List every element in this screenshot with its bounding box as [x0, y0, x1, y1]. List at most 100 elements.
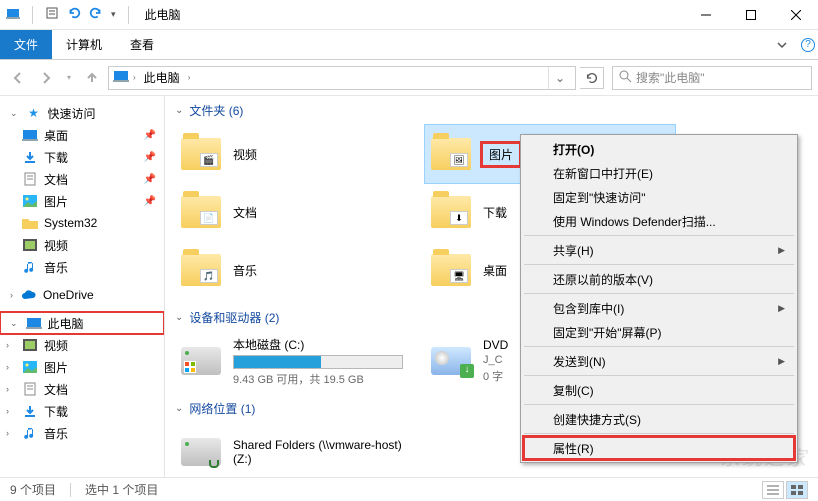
sidebar-item[interactable]: 下载📌: [0, 146, 164, 168]
close-button[interactable]: [773, 0, 818, 30]
refresh-button[interactable]: [580, 67, 604, 89]
section-header-folders[interactable]: ⌄ 文件夹 (6): [175, 102, 808, 119]
undo-icon[interactable]: [67, 6, 81, 23]
context-menu-item[interactable]: 固定到"快速访问": [523, 185, 795, 209]
context-menu-item[interactable]: 还原以前的版本(V): [523, 267, 795, 291]
sidebar-item[interactable]: › 音乐: [0, 422, 164, 444]
quick-access-toolbar: ▾: [0, 6, 139, 24]
separator: [70, 483, 71, 497]
sidebar-item[interactable]: › 文档: [0, 378, 164, 400]
sidebar-item[interactable]: 视频: [0, 234, 164, 256]
up-button[interactable]: [80, 66, 104, 90]
sidebar-this-pc[interactable]: ⌄ 此电脑: [0, 312, 164, 334]
address-dropdown-button[interactable]: ⌄: [548, 67, 571, 89]
context-menu-item[interactable]: 打开(O): [523, 137, 795, 161]
forward-button[interactable]: [34, 66, 58, 90]
maximize-button[interactable]: [728, 0, 773, 30]
sidebar-item[interactable]: › 视频: [0, 334, 164, 356]
context-menu-item[interactable]: 固定到"开始"屏幕(P): [523, 320, 795, 344]
sidebar-item[interactable]: › 下载: [0, 400, 164, 422]
collapse-icon[interactable]: ⌄: [10, 318, 18, 329]
properties-qat-icon[interactable]: [45, 6, 59, 23]
menu-item-label: 创建快捷方式(S): [553, 411, 641, 428]
expand-icon[interactable]: ›: [6, 406, 9, 416]
menu-item-label: 固定到"开始"屏幕(P): [553, 324, 662, 341]
drive-item[interactable]: ↓ DVD J_C 0 字: [425, 332, 515, 390]
breadcrumb-sep-icon[interactable]: ›: [133, 73, 136, 82]
search-icon: [619, 70, 632, 86]
context-menu-item[interactable]: 使用 Windows Defender扫描...: [523, 209, 795, 233]
pin-icon: 📌: [144, 130, 156, 141]
collapse-icon[interactable]: ⌄: [175, 403, 183, 414]
menu-item-label: 还原以前的版本(V): [553, 271, 653, 288]
search-placeholder: 搜索"此电脑": [636, 69, 705, 86]
folder-item[interactable]: 📄 文档: [175, 183, 425, 241]
sidebar-item-label: 文档: [44, 381, 68, 398]
tab-file[interactable]: 文件: [0, 30, 52, 59]
pin-icon: 📌: [144, 196, 156, 207]
context-menu-item[interactable]: 在新窗口中打开(E): [523, 161, 795, 185]
redo-icon[interactable]: [89, 6, 103, 23]
network-drive-icon: [179, 432, 223, 472]
context-menu-item[interactable]: 发送到(N)▶: [523, 349, 795, 373]
sidebar-quick-access[interactable]: ⌄ ★ 快速访问: [0, 102, 164, 124]
minimize-button[interactable]: [683, 0, 728, 30]
breadcrumb-item[interactable]: 此电脑: [140, 69, 184, 86]
context-menu-item[interactable]: 创建快捷方式(S): [523, 407, 795, 431]
menu-item-label: 在新窗口中打开(E): [553, 165, 653, 182]
section-title: 网络位置 (1): [189, 400, 255, 417]
drive-item[interactable]: 本地磁盘 (C:) 9.43 GB 可用，共 19.5 GB: [175, 332, 425, 390]
context-menu-item[interactable]: 复制(C): [523, 378, 795, 402]
menu-item-label: 打开(O): [553, 141, 594, 158]
help-button[interactable]: ?: [798, 30, 818, 59]
network-label: Shared Folders (\\vmware-host): [233, 438, 421, 452]
expand-icon[interactable]: ›: [6, 428, 9, 438]
drive-usage-text: 9.43 GB 可用，共 19.5 GB: [233, 371, 421, 387]
collapse-icon[interactable]: ⌄: [10, 108, 18, 119]
sidebar-onedrive[interactable]: › OneDrive: [0, 284, 164, 306]
menu-item-label: 复制(C): [553, 382, 594, 399]
collapse-icon[interactable]: ⌄: [175, 105, 183, 116]
breadcrumb-sep-icon[interactable]: ›: [188, 73, 191, 82]
folder-label: 下载: [483, 206, 507, 220]
folder-item[interactable]: 🎵 音乐: [175, 241, 425, 299]
sidebar-item[interactable]: System32: [0, 212, 164, 234]
folder-label: 图片: [483, 144, 519, 165]
tab-computer[interactable]: 计算机: [52, 30, 116, 59]
context-menu-item[interactable]: 共享(H)▶: [523, 238, 795, 262]
sidebar-item[interactable]: 图片 📌: [0, 190, 164, 212]
address-bar[interactable]: › 此电脑 › ⌄: [108, 66, 576, 90]
sidebar-item[interactable]: 桌面📌: [0, 124, 164, 146]
system-icon: [6, 6, 20, 23]
sidebar-item-label: 图片: [44, 193, 68, 210]
drive-sub: J_C: [483, 354, 511, 366]
collapse-icon[interactable]: ⌄: [175, 312, 183, 323]
context-menu-item[interactable]: 属性(R): [523, 436, 795, 460]
expand-icon[interactable]: ›: [6, 362, 9, 372]
context-menu-item[interactable]: 包含到库中(I)▶: [523, 296, 795, 320]
menu-item-label: 包含到库中(I): [553, 300, 624, 317]
sidebar-item-label: System32: [44, 216, 97, 230]
tab-view[interactable]: 查看: [116, 30, 168, 59]
folder-item[interactable]: 🎬 视频: [175, 125, 425, 183]
sidebar-item[interactable]: › 图片: [0, 356, 164, 378]
sidebar-item[interactable]: 文档📌: [0, 168, 164, 190]
sidebar-item-label: 音乐: [44, 425, 68, 442]
sidebar-item[interactable]: 音乐: [0, 256, 164, 278]
menu-separator: [524, 235, 794, 236]
view-icons-button[interactable]: [786, 481, 808, 499]
separator: [32, 6, 33, 24]
expand-icon[interactable]: ›: [6, 340, 9, 350]
back-button[interactable]: [6, 66, 30, 90]
menu-item-label: 发送到(N): [553, 353, 606, 370]
expand-icon[interactable]: ›: [10, 290, 13, 300]
network-item[interactable]: Shared Folders (\\vmware-host) (Z:): [175, 423, 425, 477]
menu-item-label: 属性(R): [553, 440, 594, 457]
recent-locations-button[interactable]: ▾: [62, 66, 76, 90]
chevron-down-icon[interactable]: ▾: [111, 9, 116, 20]
ribbon-expand-button[interactable]: [766, 30, 798, 59]
sidebar-item-label: 视频: [44, 337, 68, 354]
search-box[interactable]: 搜索"此电脑": [612, 66, 812, 90]
expand-icon[interactable]: ›: [6, 384, 9, 394]
view-details-button[interactable]: [762, 481, 784, 499]
